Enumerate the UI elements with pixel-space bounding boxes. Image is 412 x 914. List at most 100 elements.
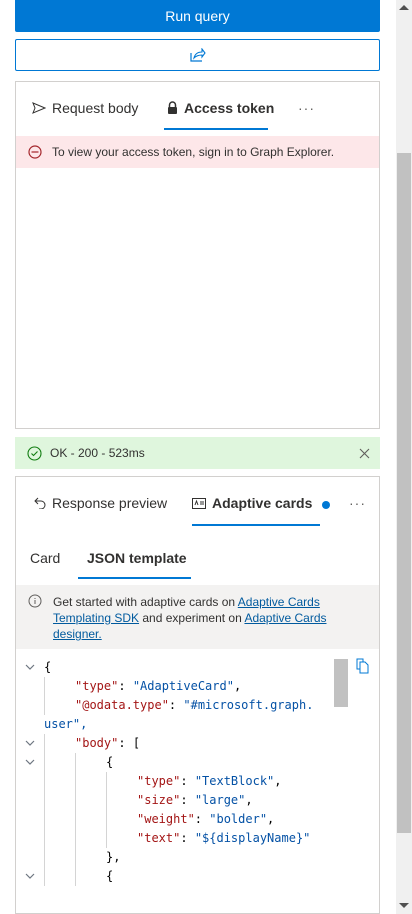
- run-query-button[interactable]: Run query: [15, 0, 380, 32]
- tab-underline: [78, 577, 191, 579]
- json-key: "@odata.type": [75, 698, 169, 712]
- json-key: "text": [137, 831, 181, 845]
- indent-guide: [44, 867, 45, 886]
- code-line: "type": "AdaptiveCard",: [75, 677, 241, 696]
- tab-label: Adaptive cards: [212, 495, 313, 511]
- indent-guide: [75, 867, 76, 886]
- status-bar: OK - 200 - 523ms: [15, 437, 380, 469]
- indent-guide: [75, 829, 76, 848]
- code-scrollbar-thumb[interactable]: [334, 659, 348, 707]
- more-tabs-button[interactable]: ···: [298, 100, 315, 116]
- error-message-bar: To view your access token, sign in to Gr…: [16, 136, 379, 168]
- tab-request-body[interactable]: Request body: [32, 100, 138, 116]
- indent-guide: [75, 791, 76, 810]
- punct: :: [194, 812, 210, 826]
- fold-chevron-icon[interactable]: [24, 753, 36, 772]
- undo-icon: [34, 497, 46, 509]
- copy-icon[interactable]: [356, 658, 370, 674]
- page-scrollbar[interactable]: [396, 0, 412, 914]
- code-text: {: [44, 660, 52, 674]
- punct: ,: [274, 774, 282, 788]
- info-bar: Get started with adaptive cards on Adapt…: [16, 585, 379, 649]
- indent-guide: [44, 848, 45, 867]
- indent-guide: [75, 848, 76, 867]
- indent-guide: [44, 734, 45, 753]
- send-icon: [32, 102, 46, 114]
- indent-guide: [106, 810, 107, 829]
- fold-chevron-icon[interactable]: [24, 734, 36, 753]
- json-key: "size": [137, 793, 181, 807]
- indent-guide: [106, 791, 107, 810]
- tab-label: Request body: [52, 100, 139, 116]
- code-line: "@odata.type": "#microsoft.graph.: [75, 696, 313, 715]
- json-value: "bolder": [209, 812, 268, 826]
- code-text: {: [106, 869, 114, 883]
- code-line: {: [106, 753, 113, 772]
- punct: :: [168, 698, 184, 712]
- indent-guide: [75, 753, 76, 772]
- code-text: user",: [44, 717, 88, 731]
- indent-guide: [106, 829, 107, 848]
- code-line: "text": "${displayName}": [137, 829, 310, 848]
- more-tabs-button[interactable]: ···: [349, 495, 366, 511]
- indent-guide: [44, 810, 45, 829]
- error-text: To view your access token, sign in to Gr…: [52, 145, 335, 159]
- code-line: {: [106, 867, 113, 886]
- code-line: "type": "TextBlock",: [137, 772, 282, 791]
- json-value: "${displayName}": [194, 831, 311, 845]
- punct: :: [180, 831, 195, 845]
- indent-guide: [44, 829, 45, 848]
- punct: ,: [245, 793, 253, 807]
- json-code-editor[interactable]: {"type": "AdaptiveCard", "@odata.type": "…: [16, 658, 378, 886]
- tab-label: Card: [30, 550, 61, 566]
- tab-json-template[interactable]: JSON template: [87, 550, 187, 566]
- share-icon: [189, 48, 206, 62]
- tab-underline: [164, 128, 268, 130]
- info-text: Get started with adaptive cards on: [53, 595, 238, 609]
- code-line: "body": [: [75, 734, 140, 753]
- scroll-down-arrow[interactable]: [399, 903, 409, 908]
- card-icon: [192, 497, 206, 509]
- indent-guide: [106, 772, 107, 791]
- tab-card[interactable]: Card: [30, 550, 60, 566]
- json-key: "weight": [137, 812, 195, 826]
- share-query-button[interactable]: [15, 39, 380, 71]
- indent-guide: [44, 791, 45, 810]
- code-line: "weight": "bolder",: [137, 810, 274, 829]
- tab-underline: [192, 524, 320, 526]
- code-line: {: [44, 658, 51, 677]
- punct: ,: [233, 679, 242, 693]
- tab-label: Access token: [184, 100, 275, 116]
- tab-label: JSON template: [87, 550, 187, 566]
- code-text: {: [106, 755, 114, 769]
- tab-adaptive-cards[interactable]: Adaptive cards: [192, 495, 331, 511]
- status-text: OK - 200 - 523ms: [50, 446, 145, 460]
- json-value: "#microsoft.graph.: [183, 698, 314, 712]
- indent-guide: [75, 772, 76, 791]
- code-line: "size": "large",: [137, 791, 253, 810]
- tab-label: Response preview: [52, 495, 168, 511]
- request-panel: [15, 81, 380, 429]
- code-line: user",: [44, 715, 87, 734]
- json-value: [: [132, 736, 141, 750]
- indent-guide: [75, 810, 76, 829]
- fold-chevron-icon[interactable]: [24, 867, 36, 886]
- indent-guide: [44, 772, 45, 791]
- close-icon[interactable]: [359, 448, 370, 459]
- json-value: "AdaptiveCard": [132, 679, 234, 693]
- json-key: "type": [137, 774, 181, 788]
- check-circle-icon: [27, 445, 42, 461]
- punct: :: [180, 793, 195, 807]
- code-text: },: [106, 850, 121, 864]
- tab-response-preview[interactable]: Response preview: [34, 495, 167, 511]
- scroll-up-arrow[interactable]: [399, 5, 409, 10]
- indent-guide: [44, 753, 45, 772]
- page-scrollbar-thumb[interactable]: [397, 153, 411, 833]
- json-key: "type": [75, 679, 119, 693]
- json-value: "large": [194, 793, 246, 807]
- tab-access-token[interactable]: Access token: [167, 100, 274, 116]
- fold-chevron-icon[interactable]: [24, 658, 36, 677]
- info-text: and experiment on: [139, 611, 245, 625]
- punct: :: [118, 679, 133, 693]
- punct: :: [118, 736, 133, 750]
